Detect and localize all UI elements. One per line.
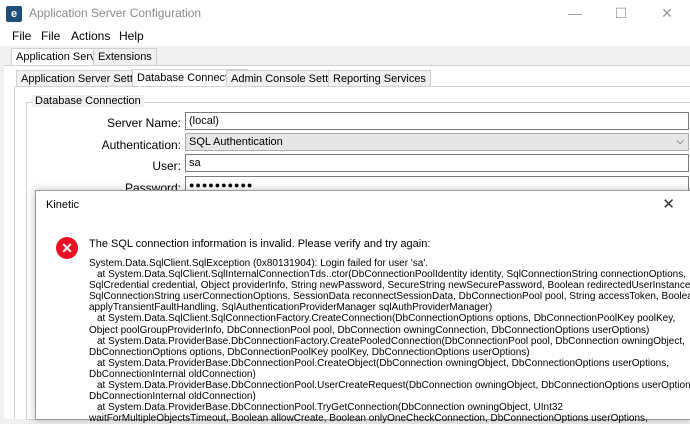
menu-bar: File File Actions Help	[0, 27, 690, 46]
stack-trace-line: at System.Data.SqlClient.SqlConnectionFa…	[97, 313, 676, 325]
dialog-title: Kinetic	[46, 199, 80, 211]
stack-trace-line: Object poolGroupProviderInfo, DbConnecti…	[89, 324, 650, 336]
menu-file[interactable]: File	[7, 28, 36, 45]
close-icon[interactable]: ✕	[662, 195, 675, 213]
user-label: User:	[152, 159, 181, 173]
user-input[interactable]: sa	[185, 154, 689, 172]
stack-trace-line: DbConnectionOptions options, DbConnectio…	[89, 346, 530, 358]
app-logo-icon: e	[6, 6, 22, 22]
menu-actions[interactable]: Actions	[66, 28, 115, 45]
stack-trace-line: at System.Data.ProviderBase.DbConnection…	[97, 335, 685, 347]
stack-trace: System.Data.SqlClient.SqlException (0x80…	[89, 258, 690, 424]
menu-help[interactable]: Help	[114, 28, 149, 45]
authentication-label: Authentication:	[101, 138, 181, 152]
stack-trace-line: at System.Data.SqlClient.SqlInternalConn…	[97, 269, 687, 281]
tab-extensions[interactable]: Extensions	[93, 48, 157, 65]
menu-file-2[interactable]: File	[36, 28, 65, 45]
minimize-icon[interactable]: —	[552, 0, 598, 27]
stack-trace-line: System.Data.SqlClient.SqlException (0x80…	[89, 258, 429, 269]
close-window-icon[interactable]: ✕	[644, 0, 690, 27]
title-bar: e Application Server Configuration — ☐ ✕	[0, 0, 690, 27]
stack-trace-line: at System.Data.ProviderBase.DbConnection…	[97, 380, 690, 392]
stack-trace-line: applyTransientFaultHandling, SqlAuthenti…	[89, 302, 493, 314]
stack-trace-line: DbConnectionInternal oldConnection)	[89, 368, 256, 380]
server-name-label: Server Name:	[106, 116, 181, 130]
chevron-down-icon: ⌵	[676, 136, 684, 147]
server-name-input[interactable]: (local)	[185, 112, 689, 130]
window-title: Application Server Configuration	[29, 6, 202, 20]
stack-trace-line: SqlCredential credential, Object provide…	[89, 280, 690, 292]
stack-trace-line: DbConnectionInternal oldConnection)	[89, 391, 256, 403]
error-icon: ✕	[56, 237, 78, 259]
tab-reporting-services[interactable]: Reporting Services	[328, 70, 431, 87]
error-message: The SQL connection information is invali…	[89, 238, 431, 250]
outer-tab-strip: Application Server Extensions	[0, 48, 690, 66]
error-dialog: Kinetic ✕ ✕ The SQL connection informati…	[35, 190, 690, 424]
stack-trace-line: at System.Data.ProviderBase.DbConnection…	[97, 357, 669, 369]
authentication-selected-value: SQL Authentication	[189, 136, 283, 148]
stack-trace-line: SqlConnectionString userConnectionOption…	[89, 291, 690, 303]
maximize-icon[interactable]: ☐	[598, 0, 644, 27]
authentication-select[interactable]: SQL Authentication ⌵	[185, 133, 689, 151]
stack-trace-line: waitForMultipleObjectsTimeout, Boolean a…	[89, 413, 648, 424]
group-title: Database Connection	[32, 95, 144, 107]
stack-trace-line: at System.Data.ProviderBase.DbConnection…	[97, 402, 563, 414]
